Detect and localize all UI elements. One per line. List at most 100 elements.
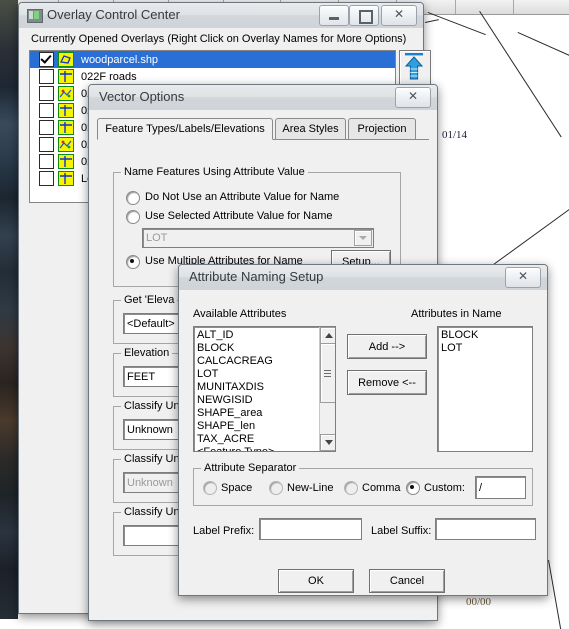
tab-projection[interactable]: Projection <box>348 118 416 139</box>
attribute-naming-setup-titlebar[interactable]: Attribute Naming Setup ✕ <box>179 265 547 291</box>
radio-do-not-use-attribute[interactable] <box>126 191 140 205</box>
classify-value-1: Unknown <box>127 423 173 436</box>
map-parcel-line <box>517 32 569 66</box>
map-parcel-line <box>479 11 562 138</box>
list-item[interactable]: NEWGISID <box>194 394 319 407</box>
close-icon: ✕ <box>393 7 405 21</box>
remove-attribute-button[interactable]: Remove <-- <box>347 370 427 395</box>
overlay-name: 022F roads <box>81 70 137 83</box>
attributes-in-name-label: Attributes in Name <box>411 308 502 320</box>
available-attributes-list[interactable]: ALT_ID BLOCK CALCACREAG LOT MUNITAXDIS N… <box>193 326 336 452</box>
raster-layer-icon <box>58 137 74 152</box>
line-layer-icon <box>58 103 74 118</box>
overlay-checkbox[interactable] <box>39 137 54 152</box>
list-item[interactable]: woodparcel.shp <box>30 51 395 68</box>
map-parcel-line <box>492 200 569 266</box>
add-attribute-button[interactable]: Add --> <box>347 334 427 359</box>
vector-options-titlebar[interactable]: Vector Options ✕ <box>89 85 437 111</box>
available-attributes-label: Available Attributes <box>193 308 287 320</box>
scrollbar-thumb[interactable] <box>320 343 335 403</box>
line-layer-icon <box>58 154 74 169</box>
attribute-naming-setup-window[interactable]: Attribute Naming Setup ✕ Available Attri… <box>178 264 548 596</box>
overlay-checkbox[interactable] <box>39 103 54 118</box>
up-arrow-icon <box>404 53 424 80</box>
map-label: 00/00 <box>466 596 492 608</box>
vector-options-tabs[interactable]: Feature Types/Labels/Elevations Area Sty… <box>97 118 429 140</box>
map-parcel-line <box>425 19 439 23</box>
list-item[interactable]: SHAPE_area <box>194 407 319 420</box>
custom-separator-input[interactable]: / <box>475 476 526 499</box>
attribute-separator-group-caption: Attribute Separator <box>201 462 300 474</box>
close-button[interactable]: ✕ <box>395 87 431 108</box>
list-item[interactable]: CALCACREAG <box>194 355 319 368</box>
label-suffix-input[interactable] <box>435 518 536 540</box>
name-features-group-caption: Name Features Using Attribute Value <box>121 166 308 178</box>
list-item[interactable]: LOT <box>194 368 319 381</box>
line-layer-icon <box>58 120 74 135</box>
overlay-checkbox[interactable] <box>39 69 54 84</box>
list-item[interactable]: ALT_ID <box>194 329 319 342</box>
app-window-icon <box>27 9 43 23</box>
available-attributes-scrollbar[interactable] <box>319 327 335 451</box>
overlay-checkbox[interactable] <box>39 154 54 169</box>
attribute-naming-setup-title: Attribute Naming Setup <box>189 269 324 284</box>
radio-use-selected-attribute[interactable] <box>126 210 140 224</box>
list-item[interactable]: 022F roads <box>30 68 395 85</box>
overlay-checkbox[interactable] <box>39 120 54 135</box>
close-button[interactable]: ✕ <box>505 267 541 288</box>
ok-button[interactable]: OK <box>278 569 354 593</box>
elevation-units-group-caption: Elevation <box>121 347 173 359</box>
overlay-list-caption: Currently Opened Overlays (Right Click o… <box>31 33 407 45</box>
list-item[interactable]: BLOCK <box>438 329 532 342</box>
radio-separator-comma[interactable] <box>344 481 358 495</box>
classify-value-2: Unknown <box>127 476 173 489</box>
list-item[interactable]: BLOCK <box>194 342 319 355</box>
radio-use-multiple-attributes[interactable] <box>126 255 140 269</box>
chevron-down-icon[interactable] <box>354 230 372 246</box>
label-prefix-input[interactable] <box>259 518 362 540</box>
get-elevation-value: <Default> <box>127 317 175 330</box>
radio-separator-space[interactable] <box>203 481 217 495</box>
vector-options-title: Vector Options <box>99 89 185 104</box>
list-item[interactable]: MUNITAXDIS <box>194 381 319 394</box>
radio-separator-new-line[interactable] <box>269 481 283 495</box>
list-item[interactable]: TAX_ACRE <box>194 433 319 446</box>
attribute-select-value: LOT <box>146 232 168 244</box>
occ-titlebar[interactable]: Overlay Control Center ✕ <box>19 3 423 29</box>
close-icon: ✕ <box>407 89 419 103</box>
attributes-in-name-list[interactable]: BLOCK LOT <box>437 326 533 452</box>
get-elevation-group-caption: Get 'Eleva <box>121 294 178 306</box>
scroll-down-icon[interactable] <box>320 434 335 451</box>
line-layer-icon <box>58 69 74 84</box>
radio-separator-new-line-label: New-Line <box>287 482 334 494</box>
map-parcel-line <box>427 12 486 36</box>
scroll-up-icon[interactable] <box>320 327 335 344</box>
cancel-button[interactable]: Cancel <box>369 569 445 593</box>
map-left-strip <box>0 0 18 619</box>
overlay-name: woodparcel.shp <box>81 53 159 66</box>
elevation-units-value: FEET <box>127 370 156 383</box>
classify-group-3-caption: Classify Un <box>121 506 183 518</box>
tab-feature-types-labels-elevations[interactable]: Feature Types/Labels/Elevations <box>97 118 273 140</box>
classify-group-2-caption: Classify Un <box>121 453 183 465</box>
list-item[interactable]: <Feature Type> <box>194 446 319 451</box>
tab-area-styles[interactable]: Area Styles <box>275 118 346 139</box>
attribute-select-combo[interactable]: LOT <box>142 228 374 248</box>
close-icon: ✕ <box>517 269 529 283</box>
overlay-checkbox[interactable] <box>39 171 54 186</box>
radio-do-not-use-attribute-label: Do Not Use an Attribute Value for Name <box>145 191 340 203</box>
line-layer-icon <box>58 171 74 186</box>
minimize-button[interactable] <box>319 5 349 26</box>
maximize-button[interactable] <box>349 5 379 26</box>
list-item[interactable]: SHAPE_len <box>194 420 319 433</box>
radio-separator-custom[interactable] <box>406 481 420 495</box>
overlay-checkbox[interactable] <box>39 86 54 101</box>
radio-separator-comma-label: Comma <box>362 482 401 494</box>
move-overlay-up-button[interactable] <box>399 50 431 86</box>
overlay-checkbox[interactable] <box>39 52 54 67</box>
area-layer-icon <box>58 52 74 67</box>
attribute-separator-group: Attribute Separator Space New-Line Comma… <box>193 462 533 506</box>
classify-group-1-caption: Classify Un <box>121 400 183 412</box>
list-item[interactable]: LOT <box>438 342 532 355</box>
close-button[interactable]: ✕ <box>381 5 417 26</box>
